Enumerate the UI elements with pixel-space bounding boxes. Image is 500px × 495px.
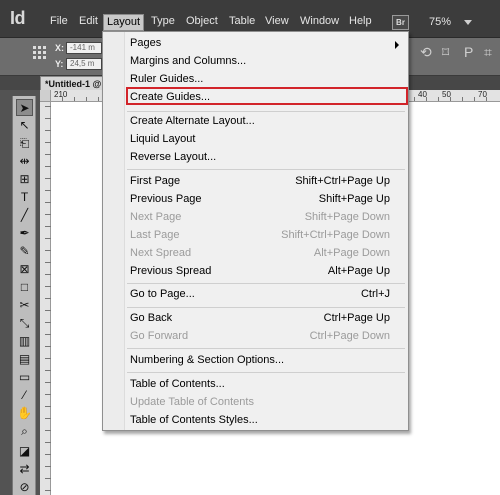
menu-table[interactable]: Table xyxy=(226,13,258,29)
menu-item-pages[interactable]: Pages xyxy=(130,35,161,51)
menu-help[interactable]: Help xyxy=(346,13,375,29)
apply-none-icon[interactable]: ⊘ xyxy=(16,479,33,495)
menu-item-reverse-layout[interactable]: Reverse Layout... xyxy=(130,149,216,165)
menu-item-previous-page[interactable]: Previous Page xyxy=(130,191,202,207)
submenu-arrow-icon xyxy=(395,41,399,49)
menu-layout[interactable]: Layout xyxy=(103,14,145,31)
rotate-icon[interactable]: ⟲ xyxy=(420,44,432,61)
menu-separator xyxy=(127,372,405,373)
tools-panel: ➤ ↖ ⎗ ⇹ ⊞ T ╱ ✒ ✎ ⊠ □ ✂ ⤡ ▥ ▤ ▭ ⁄ ✋ ⌕ ◪ … xyxy=(12,96,36,495)
pen-tool-icon[interactable]: ✒ xyxy=(16,225,33,242)
frame-fit-icon[interactable]: ⌑ xyxy=(442,44,449,61)
vertical-ruler[interactable] xyxy=(40,102,51,495)
shortcut-go-to-page: Ctrl+J xyxy=(360,288,390,300)
x-label: X: xyxy=(55,43,64,53)
menu-item-next-page: Next Page xyxy=(130,211,182,223)
menu-separator xyxy=(127,111,405,112)
menu-item-create-alternate-layout[interactable]: Create Alternate Layout... xyxy=(130,113,255,129)
menu-separator xyxy=(127,307,405,308)
menu-item-liquid-layout[interactable]: Liquid Layout xyxy=(130,131,195,147)
menu-separator xyxy=(127,348,405,349)
rectangle-tool-icon[interactable]: □ xyxy=(16,279,33,296)
menu-window[interactable]: Window xyxy=(297,13,342,29)
shortcut-previous-page: Shift+Page Up xyxy=(318,193,390,205)
menu-item-margins-columns[interactable]: Margins and Columns... xyxy=(130,53,246,69)
content-collector-icon[interactable]: ⊞ xyxy=(16,171,33,188)
y-field[interactable]: 24,5 m xyxy=(66,58,102,70)
menu-item-first-page[interactable]: First Page xyxy=(130,173,180,189)
direct-selection-tool-icon[interactable]: ↖ xyxy=(16,117,33,134)
ruler-origin[interactable] xyxy=(40,90,51,102)
menu-item-previous-spread[interactable]: Previous Spread xyxy=(130,263,211,279)
menu-item-table-of-contents-styles[interactable]: Table of Contents Styles... xyxy=(130,412,258,428)
scissors-tool-icon[interactable]: ✂ xyxy=(16,297,33,314)
shortcut-previous-spread: Alt+Page Up xyxy=(327,265,390,277)
zoom-value: 75% xyxy=(429,16,452,28)
menu-item-go-forward: Go Forward xyxy=(130,330,189,342)
menu-item-last-page: Last Page xyxy=(130,229,180,241)
type-tool-icon[interactable]: T xyxy=(16,189,33,206)
menu-view[interactable]: View xyxy=(262,13,292,29)
hand-tool-icon[interactable]: ✋ xyxy=(16,405,33,422)
menu-gutter xyxy=(103,32,125,430)
menu-item-next-spread: Next Spread xyxy=(130,247,192,259)
gradient-feather-tool-icon[interactable]: ▤ xyxy=(16,351,33,368)
selection-tool-icon[interactable]: ➤ xyxy=(16,99,33,116)
menu-file[interactable]: File xyxy=(47,13,71,29)
rectangle-frame-tool-icon[interactable]: ⊠ xyxy=(16,261,33,278)
free-transform-tool-icon[interactable]: ⤡ xyxy=(16,315,33,332)
swap-icon[interactable]: ⇄ xyxy=(16,461,33,478)
menu-item-ruler-guides[interactable]: Ruler Guides... xyxy=(130,71,203,87)
reference-point-icon[interactable] xyxy=(33,46,46,59)
ruler-label: 210 xyxy=(54,90,68,99)
x-field[interactable]: -141 m xyxy=(66,42,102,54)
shortcut-first-page: Shift+Ctrl+Page Up xyxy=(295,175,390,187)
menu-item-numbering-section-options[interactable]: Numbering & Section Options... xyxy=(130,352,284,368)
zoom-dropdown[interactable]: 75% xyxy=(423,13,488,32)
zoom-tool-icon[interactable]: ⌕ xyxy=(16,423,33,440)
menu-separator xyxy=(127,169,405,170)
menu-item-table-of-contents[interactable]: Table of Contents... xyxy=(130,376,225,392)
gradient-swatch-tool-icon[interactable]: ▥ xyxy=(16,333,33,350)
fill-stroke-icon[interactable]: ◪ xyxy=(16,443,33,460)
document-tab[interactable]: *Untitled-1 @ xyxy=(40,76,110,90)
menu-separator xyxy=(127,283,405,284)
layout-menu-dropdown: Pages Margins and Columns... Ruler Guide… xyxy=(102,31,409,431)
page-tool-icon[interactable]: ⎗ xyxy=(16,135,33,152)
more-icon[interactable]: ⌗ xyxy=(484,44,492,61)
line-tool-icon[interactable]: ╱ xyxy=(16,207,33,224)
menu-item-go-back[interactable]: Go Back xyxy=(130,310,172,326)
note-tool-icon[interactable]: ▭ xyxy=(16,369,33,386)
menu-object[interactable]: Object xyxy=(183,13,221,29)
eyedropper-tool-icon[interactable]: ⁄ xyxy=(16,387,33,404)
shortcut-last-page: Shift+Ctrl+Page Down xyxy=(281,229,390,241)
menu-item-go-to-page[interactable]: Go to Page... xyxy=(130,286,195,302)
menu-type[interactable]: Type xyxy=(148,13,178,29)
shortcut-next-spread: Alt+Page Down xyxy=(313,247,390,259)
chevron-down-icon xyxy=(464,20,472,25)
menu-item-update-table-of-contents: Update Table of Contents xyxy=(130,396,254,408)
shortcut-next-page: Shift+Page Down xyxy=(304,211,390,223)
pencil-tool-icon[interactable]: ✎ xyxy=(16,243,33,260)
gap-tool-icon[interactable]: ⇹ xyxy=(16,153,33,170)
highlight-annotation xyxy=(126,87,408,105)
y-label: Y: xyxy=(55,59,64,69)
menu-edit[interactable]: Edit xyxy=(76,13,101,29)
paragraph-icon[interactable]: P xyxy=(464,44,473,60)
app-logo: Id xyxy=(10,8,26,28)
shortcut-go-back: Ctrl+Page Up xyxy=(323,312,390,324)
shortcut-go-forward: Ctrl+Page Down xyxy=(309,330,390,342)
control-panel-right-icons: ⟲ ⌑ P ⌗ xyxy=(412,42,500,72)
bridge-button[interactable]: Br xyxy=(392,15,409,30)
